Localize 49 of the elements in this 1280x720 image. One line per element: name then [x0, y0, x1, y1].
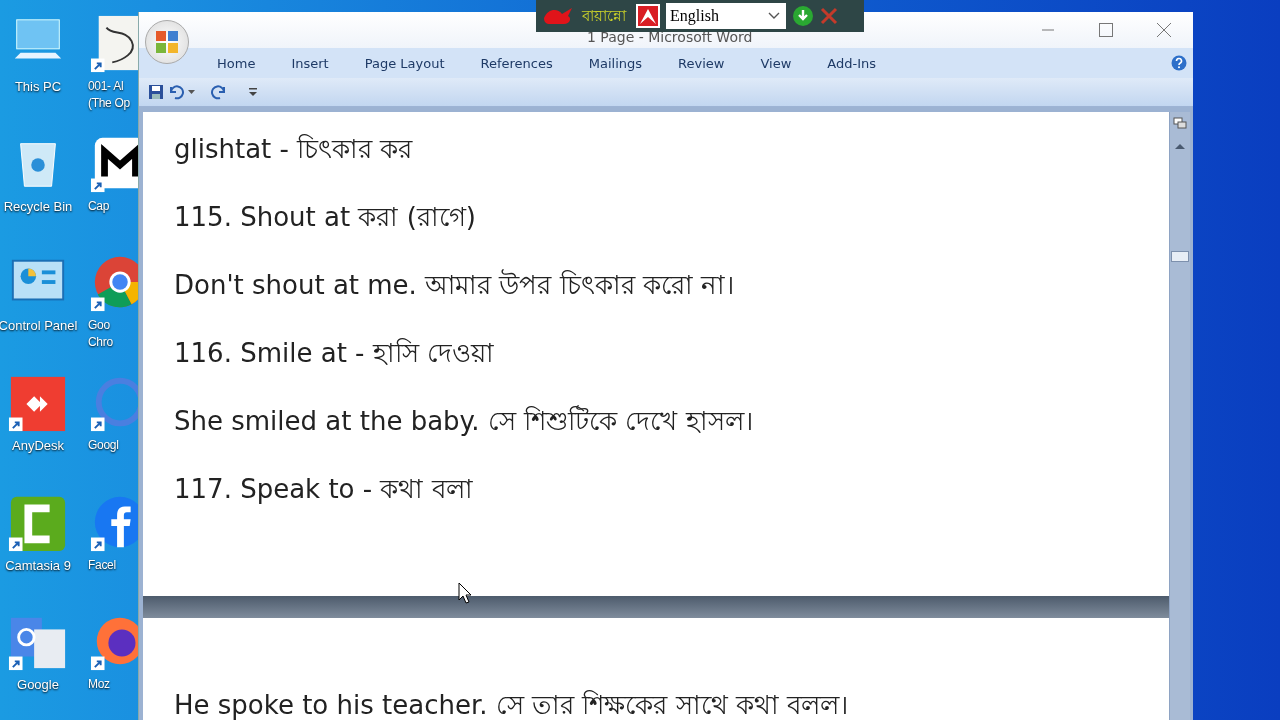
caret-icon[interactable]: [188, 89, 195, 95]
close-icon: [1157, 23, 1171, 37]
icon-label[interactable]: Camtasia 9: [5, 556, 71, 574]
icon-label[interactable]: Chro: [88, 334, 113, 352]
customize-icon[interactable]: [249, 87, 257, 97]
save-icon[interactable]: [148, 84, 164, 100]
document-text: 115. Shout at করা (রাগে): [174, 201, 477, 234]
icon-label[interactable]: Cap: [88, 197, 110, 215]
language-dropdown[interactable]: English: [666, 3, 786, 29]
icon-label[interactable]: Googl: [88, 437, 119, 454]
ribbon-tab[interactable]: Add-Ins: [809, 51, 894, 75]
ribbon-tab[interactable]: View: [742, 51, 810, 75]
scroll-thumb[interactable]: [1171, 251, 1189, 262]
ribbon-tab[interactable]: Page Layout: [346, 51, 463, 75]
icon-label[interactable]: Recycle Bin: [3, 197, 73, 215]
icon-label[interactable]: Google: [17, 676, 59, 694]
ribbon-tab[interactable]: Home: [199, 51, 274, 75]
scroll-up-icon[interactable]: [1175, 144, 1185, 149]
document-text: Don't shout at me. আমার উপর চিৎকার করো না।: [174, 268, 736, 302]
ribbon-tab[interactable]: Review: [660, 51, 743, 75]
app-logo-icon[interactable]: [636, 4, 660, 28]
icon-label[interactable]: Goo: [88, 317, 110, 335]
icon-label[interactable]: AnyDesk: [12, 437, 64, 454]
maximize-icon: [1099, 23, 1113, 37]
ribbon-tab[interactable]: References: [462, 51, 571, 75]
ribbon-tab[interactable]: Mailings: [570, 51, 661, 75]
document-text: He spoke to his teacher. সে তার শিক্ষকের সাথে কথা বলল।: [174, 689, 850, 720]
office-button[interactable]: [145, 20, 189, 64]
thumbnail-icon[interactable]: [88, 14, 138, 74]
undo-icon[interactable]: [168, 84, 184, 100]
window-title: 1 Page - Microsoft Word: [587, 29, 753, 45]
chevron-down-icon: [768, 12, 780, 20]
document-text: She smiled at the baby. সে শিশুটিকে দেখে হাসল।: [174, 404, 754, 438]
document-text: glishtat - চিৎকার কর: [174, 133, 414, 166]
download-icon[interactable]: [792, 5, 814, 27]
document-text: 117. Speak to - কথা বলা: [174, 473, 474, 506]
icon-label[interactable]: This PC: [14, 78, 62, 95]
icon-label[interactable]: 001- Al: [88, 78, 124, 95]
ribbon-tab[interactable]: Insert: [273, 51, 347, 75]
scrollbar[interactable]: [1169, 112, 1190, 720]
ruler-icon[interactable]: [1173, 116, 1187, 130]
icon-label[interactable]: Control Panel: [0, 317, 78, 335]
icon-label[interactable]: Moz: [88, 676, 110, 694]
help-icon[interactable]: [1171, 55, 1187, 71]
document-text: 116. Smile at - হাসি দেওয়া: [174, 337, 495, 370]
redo-icon[interactable]: [211, 84, 227, 100]
icon-label[interactable]: (The Op: [88, 95, 130, 112]
icon-label[interactable]: Facel: [88, 556, 116, 574]
app-name: বায়ান্নো: [582, 5, 626, 27]
